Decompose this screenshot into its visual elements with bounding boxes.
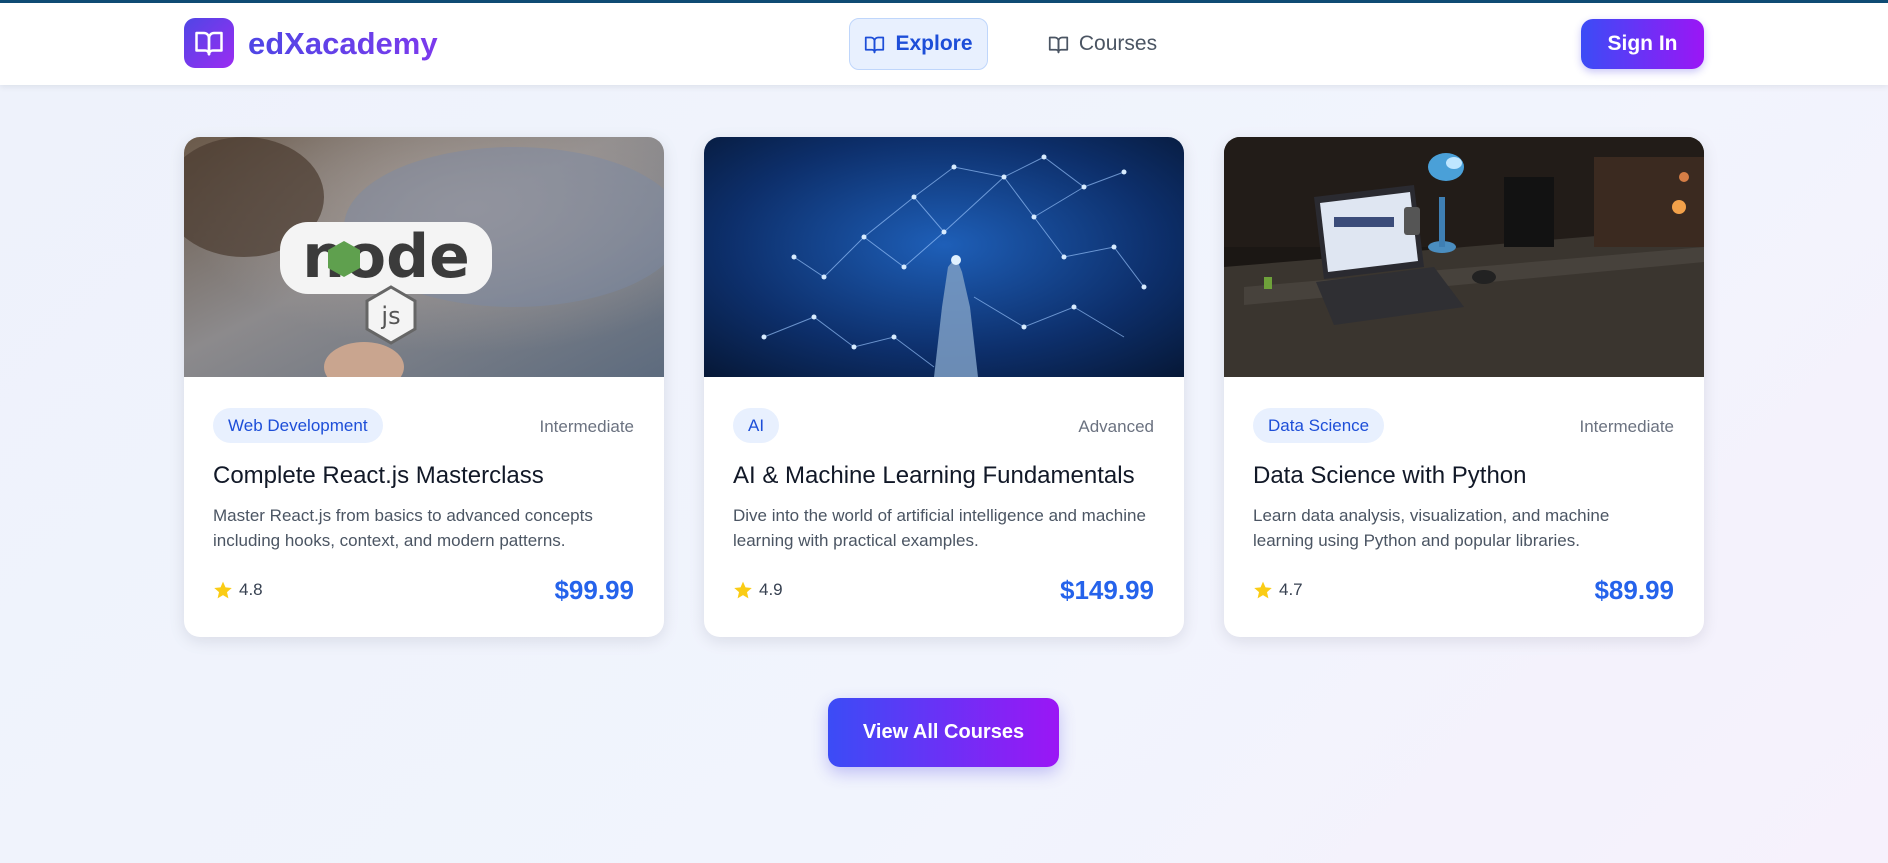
book-open-icon	[1048, 36, 1069, 53]
level-label: Intermediate	[1579, 417, 1675, 436]
course-card[interactable]: AI Advanced AI & Machine Learning Fundam…	[704, 137, 1184, 637]
logo[interactable]	[184, 18, 234, 68]
course-price: $89.99	[1594, 575, 1674, 605]
category-badge: Web Development	[213, 408, 383, 443]
course-rating: 4.7	[1253, 580, 1303, 600]
course-card[interactable]: Data Science Intermediate Data Science w…	[1224, 137, 1704, 637]
course-title[interactable]: Complete React.js Masterclass	[213, 462, 544, 490]
nav-courses[interactable]: Courses	[1025, 18, 1180, 70]
course-price: $99.99	[554, 575, 634, 605]
course-image-nodejs: node js	[184, 137, 664, 377]
course-description: Dive into the world of artificial intell…	[733, 506, 1146, 550]
book-open-icon	[865, 36, 885, 53]
site-header: edXacademy Explore Courses Sign In	[0, 3, 1888, 85]
svg-text:js: js	[380, 302, 400, 330]
rating-value: 4.8	[239, 580, 263, 599]
course-rating: 4.9	[733, 580, 783, 600]
nav-explore-label: Explore	[895, 32, 973, 55]
level-label: Intermediate	[539, 417, 635, 436]
svg-text:node: node	[302, 222, 470, 292]
nav-explore[interactable]: Explore	[849, 18, 988, 70]
course-title[interactable]: AI & Machine Learning Fundamentals	[733, 462, 1135, 490]
course-image-laptop	[1224, 137, 1704, 377]
course-rating: 4.8	[213, 580, 263, 600]
rating-value: 4.9	[759, 580, 783, 599]
course-title[interactable]: Data Science with Python	[1253, 462, 1526, 490]
sign-in-button[interactable]: Sign In	[1581, 19, 1704, 69]
star-icon	[734, 581, 752, 599]
course-description: Learn data analysis, visualization, and …	[1253, 506, 1610, 550]
star-icon	[214, 581, 232, 599]
level-label: Advanced	[1078, 417, 1154, 436]
brand-name[interactable]: edXacademy	[248, 26, 438, 62]
course-price: $149.99	[1060, 575, 1154, 605]
star-icon	[1254, 581, 1272, 599]
course-description: Master React.js from basics to advanced …	[213, 506, 593, 550]
category-badge: AI	[733, 408, 780, 443]
nav-courses-label: Courses	[1078, 32, 1158, 55]
view-all-courses-button[interactable]: View All Courses	[828, 698, 1059, 767]
category-badge: Data Science	[1253, 408, 1385, 443]
course-card[interactable]: node js Web Development Intermediate Com…	[184, 137, 664, 637]
rating-value: 4.7	[1279, 580, 1303, 599]
course-image-ai	[704, 137, 1184, 377]
book-open-icon	[195, 31, 223, 56]
